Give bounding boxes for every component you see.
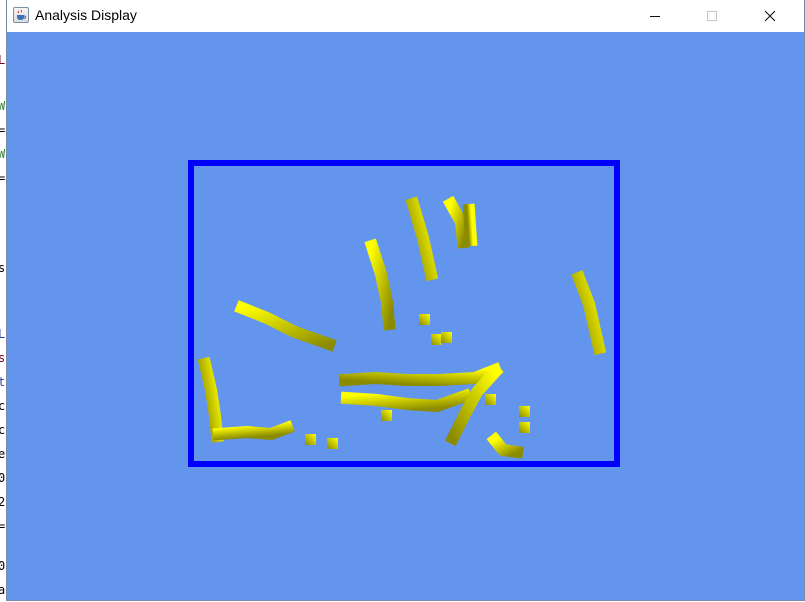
particle-trail xyxy=(462,203,478,247)
maximize-button[interactable] xyxy=(689,0,735,32)
background-text-fragment: L xyxy=(0,53,6,67)
particle-block xyxy=(431,334,442,345)
background-text-fragment: c xyxy=(0,399,6,413)
particle-block xyxy=(305,434,316,445)
close-icon xyxy=(764,10,776,22)
particle-block xyxy=(327,438,338,449)
analysis-scene xyxy=(188,160,620,467)
particle-trail xyxy=(486,431,524,459)
particle-trail xyxy=(571,270,607,356)
particle-block xyxy=(381,410,392,421)
background-text-fragment: t xyxy=(0,375,6,389)
analysis-display-window: Analysis Display xyxy=(7,0,804,600)
background-text-fragment: = xyxy=(0,519,6,533)
particle-trail xyxy=(338,362,503,387)
particle-trail xyxy=(340,388,473,412)
particle-block xyxy=(419,314,430,325)
background-text-fragment: W xyxy=(0,99,6,113)
maximize-icon xyxy=(707,11,717,21)
background-text-fragment: 0 xyxy=(0,559,6,573)
window-title: Analysis Display xyxy=(35,7,137,23)
java-cup-icon xyxy=(13,7,29,23)
background-text-fragment: a xyxy=(0,583,6,597)
particle-block xyxy=(441,332,452,343)
background-text-fragment: 2 xyxy=(0,495,6,509)
background-text-fragment: = xyxy=(0,171,6,185)
background-text-fragment: s xyxy=(0,261,6,275)
background-text-fragment: s xyxy=(0,351,6,365)
particle-trail xyxy=(212,420,295,441)
background-text-fragment: = xyxy=(0,123,6,137)
analysis-canvas[interactable] xyxy=(7,32,804,600)
particle-trail xyxy=(197,356,224,443)
minimize-button[interactable] xyxy=(632,0,678,32)
title-bar[interactable]: Analysis Display xyxy=(7,0,804,32)
particle-trail xyxy=(364,238,396,331)
background-text-fragment: L xyxy=(0,327,6,341)
background-text-fragment: W xyxy=(0,147,6,161)
minimize-icon xyxy=(650,16,660,17)
particle-trail xyxy=(442,195,470,249)
particle-block xyxy=(519,422,530,433)
particle-trail xyxy=(405,196,439,282)
particle-block xyxy=(519,406,530,417)
particle-trails xyxy=(197,166,607,459)
background-text-fragment: e xyxy=(0,447,6,461)
background-text-fragment: 0 xyxy=(0,471,6,485)
particle-block xyxy=(485,394,496,405)
particle-trail xyxy=(234,300,337,352)
background-text-fragment: c xyxy=(0,423,6,437)
close-button[interactable] xyxy=(747,0,793,32)
